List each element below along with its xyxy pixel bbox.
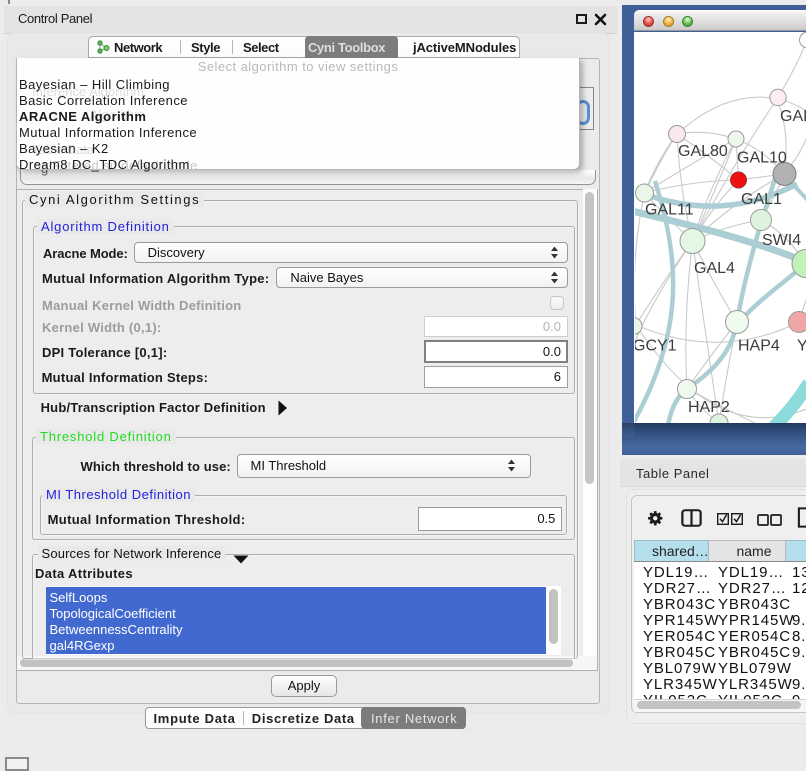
svg-text:GAL4: GAL4	[694, 260, 735, 277]
svg-text:SWI4: SWI4	[762, 232, 801, 249]
svg-text:GAL1: GAL1	[741, 191, 782, 208]
svg-text:GAL80: GAL80	[678, 143, 728, 160]
svg-text:Y: Y	[797, 338, 806, 355]
svg-text:GCY1: GCY1	[635, 338, 677, 355]
svg-text:GAL10: GAL10	[737, 150, 787, 167]
svg-text:HAP4: HAP4	[738, 338, 780, 355]
svg-text:GAL: GAL	[780, 108, 806, 125]
svg-text:GAL11: GAL11	[645, 202, 694, 219]
svg-text:HAP2: HAP2	[688, 399, 730, 416]
